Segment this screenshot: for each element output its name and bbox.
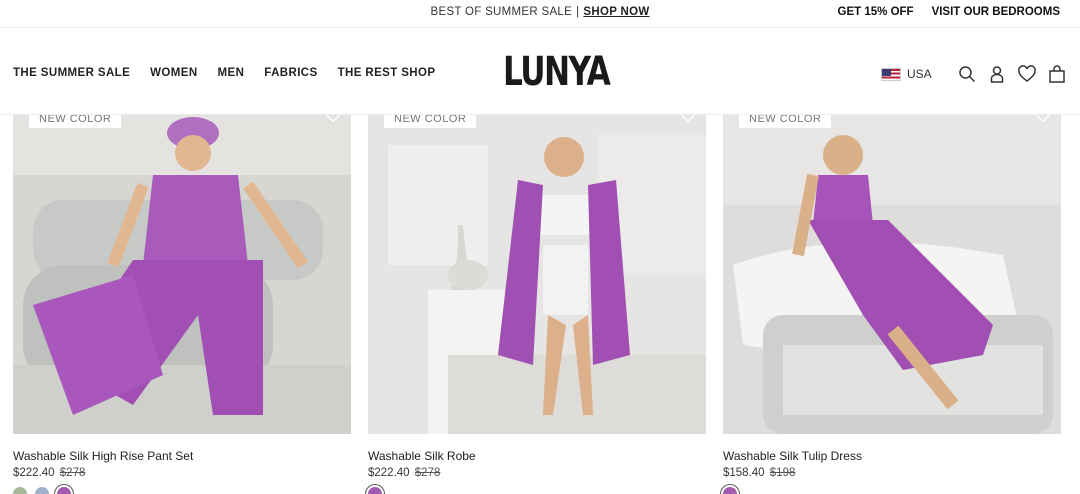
- color-swatch-selected[interactable]: [368, 487, 382, 494]
- original-price: $198: [769, 467, 796, 479]
- product-card: NEW COLOR Washable Silk Robe $222.40 $27…: [368, 107, 706, 494]
- site-header: THE SUMMER SALE WOMEN MEN FABRICS THE RE…: [0, 29, 1080, 115]
- nav-item-rest-shop[interactable]: THE REST SHOP: [338, 67, 436, 79]
- nav-item-summer-sale[interactable]: THE SUMMER SALE: [13, 67, 130, 79]
- visit-bedrooms-link[interactable]: VISIT OUR BEDROOMS: [932, 6, 1060, 18]
- color-swatch-selected[interactable]: [723, 487, 737, 494]
- product-name[interactable]: Washable Silk Robe: [368, 449, 476, 463]
- color-swatch[interactable]: [35, 487, 49, 494]
- locale-selector[interactable]: USA: [881, 67, 932, 81]
- nav-item-men[interactable]: MEN: [218, 67, 245, 79]
- cart-bag-icon[interactable]: [1048, 65, 1066, 83]
- color-swatches: [13, 487, 71, 494]
- shop-now-link[interactable]: SHOP NOW: [583, 6, 649, 18]
- nav-item-fabrics[interactable]: FABRICS: [264, 67, 317, 79]
- promo-text: BEST OF SUMMER SALE: [430, 6, 573, 18]
- product-price: $222.40 $278: [13, 467, 85, 479]
- product-price: $222.40 $278: [368, 467, 440, 479]
- sale-price: $222.40: [13, 467, 55, 479]
- product-image[interactable]: [368, 115, 706, 434]
- original-price: $278: [59, 467, 86, 479]
- account-icon[interactable]: [988, 65, 1006, 83]
- promo-separator: |: [576, 6, 580, 18]
- search-icon[interactable]: [958, 65, 976, 83]
- brand-logo[interactable]: LUNYA: [503, 51, 611, 93]
- main-nav: THE SUMMER SALE WOMEN MEN FABRICS THE RE…: [13, 67, 435, 79]
- sale-price: $222.40: [368, 467, 410, 479]
- product-image[interactable]: [13, 115, 351, 434]
- product-card: NEW COLOR Washable Silk Tulip Dress $158…: [723, 107, 1061, 494]
- product-grid: NEW COLOR Washable Silk High Rise Pant S…: [0, 107, 1080, 494]
- product-name[interactable]: Washable Silk High Rise Pant Set: [13, 449, 193, 463]
- header-icons: [958, 65, 1066, 83]
- nav-item-women[interactable]: WOMEN: [150, 67, 197, 79]
- locale-label: USA: [907, 67, 932, 81]
- sale-price: $158.40: [723, 467, 765, 479]
- announcement-bar: BEST OF SUMMER SALE | SHOP NOW GET 15% OFF…: [0, 0, 1080, 28]
- original-price: $278: [414, 467, 441, 479]
- color-swatches: [368, 487, 382, 494]
- product-name[interactable]: Washable Silk Tulip Dress: [723, 449, 862, 463]
- product-price: $158.40 $198: [723, 467, 795, 479]
- us-flag-icon: [881, 67, 901, 81]
- product-image[interactable]: [723, 115, 1061, 434]
- wishlist-heart-icon[interactable]: [1018, 65, 1036, 83]
- color-swatches: [723, 487, 737, 494]
- color-swatch[interactable]: [13, 487, 27, 494]
- utility-links: GET 15% OFF VISIT OUR BEDROOMS: [838, 6, 1060, 18]
- color-swatch-selected[interactable]: [57, 487, 71, 494]
- product-card: NEW COLOR Washable Silk High Rise Pant S…: [13, 107, 351, 494]
- get-discount-link[interactable]: GET 15% OFF: [838, 6, 914, 18]
